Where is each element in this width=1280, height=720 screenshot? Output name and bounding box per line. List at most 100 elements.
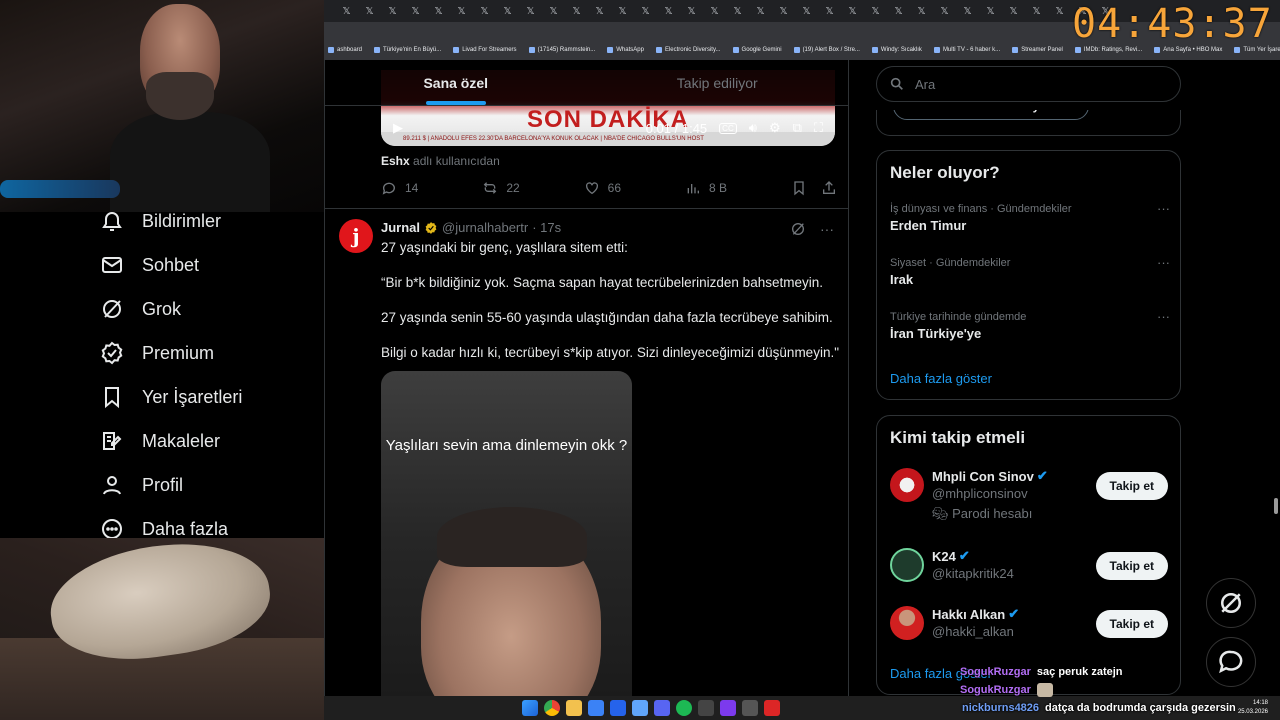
scrollbar-thumb[interactable] xyxy=(1274,498,1278,514)
like-button[interactable]: 66 xyxy=(584,180,621,196)
bookmark-item[interactable]: (19) Alert Box / Stre... xyxy=(793,47,860,53)
more-icon[interactable]: ··· xyxy=(1157,255,1170,270)
tab-following[interactable]: Takip ediliyor xyxy=(587,60,849,105)
browser-tab[interactable]: 𝕏 xyxy=(796,3,817,19)
trend-item[interactable]: Siyaset · Gündemdekiler Irak ··· xyxy=(890,255,1170,287)
reply-button[interactable]: 14 xyxy=(381,180,418,196)
system-clock[interactable]: 14:18 25.03.2026 xyxy=(1238,699,1268,717)
browser-tab[interactable]: 𝕏 xyxy=(336,3,357,19)
author-handle[interactable]: @jurnalhabertr xyxy=(442,220,528,235)
app-icon[interactable] xyxy=(610,700,626,716)
browser-tab[interactable]: 𝕏 xyxy=(497,3,518,19)
search-input[interactable]: Ara xyxy=(876,66,1181,102)
captions-icon[interactable]: CC xyxy=(719,122,737,134)
nav-premium[interactable]: Premium xyxy=(100,336,214,370)
browser-tab[interactable]: 𝕏 xyxy=(934,3,955,19)
bookmark-item[interactable]: ashboard xyxy=(328,47,362,53)
more-icon[interactable]: ··· xyxy=(820,221,834,237)
grok-icon[interactable] xyxy=(790,221,806,237)
browser-tab[interactable]: 𝕏 xyxy=(704,3,725,19)
browser-tab[interactable]: 𝕏 xyxy=(543,3,564,19)
browser-tab[interactable]: 𝕏 xyxy=(911,3,932,19)
post-time[interactable]: · 17s xyxy=(532,220,561,235)
app-icon[interactable] xyxy=(698,700,714,716)
app-icon[interactable] xyxy=(588,700,604,716)
avatar[interactable]: j xyxy=(339,219,373,253)
bookmark-icon[interactable] xyxy=(791,180,807,196)
bookmark-item[interactable]: Streamer Panel xyxy=(1012,47,1063,53)
avatar[interactable] xyxy=(890,606,924,640)
browser-tab[interactable]: 𝕏 xyxy=(1026,3,1047,19)
nav-articles[interactable]: Makaleler xyxy=(100,424,220,458)
avatar[interactable] xyxy=(890,468,924,502)
volume-icon[interactable]: 🔊︎ xyxy=(749,120,757,136)
browser-tab[interactable]: 𝕏 xyxy=(405,3,426,19)
bookmark-item[interactable]: Multi TV - 6 haber k... xyxy=(933,47,1000,53)
bookmark-item[interactable]: Windy: Sıcaklık xyxy=(871,47,922,53)
browser-tab[interactable]: 𝕏 xyxy=(359,3,380,19)
app-icon[interactable] xyxy=(720,700,736,716)
app-icon[interactable] xyxy=(764,700,780,716)
browser-tab[interactable]: 𝕏 xyxy=(980,3,1001,19)
discord-icon[interactable] xyxy=(654,700,670,716)
author-name[interactable]: Jurnal xyxy=(381,220,420,235)
folder-icon[interactable] xyxy=(566,700,582,716)
more-icon[interactable]: ··· xyxy=(1157,201,1170,216)
play-icon[interactable]: ▶ xyxy=(393,120,403,136)
show-more-link[interactable]: Daha fazla göster xyxy=(890,371,992,386)
browser-tab[interactable]: 𝕏 xyxy=(566,3,587,19)
bookmark-item[interactable]: Electronic Diversity... xyxy=(655,47,721,53)
tab-for-you[interactable]: Sana özel xyxy=(325,60,587,105)
browser-tab[interactable]: 𝕏 xyxy=(451,3,472,19)
bookmark-item[interactable]: WhatsApp xyxy=(607,47,644,53)
follow-button[interactable]: Takip et xyxy=(1095,610,1168,638)
browser-tab[interactable]: 𝕏 xyxy=(612,3,633,19)
follow-suggestion[interactable]: Hakkı Alkan ✔︎ @hakki_alkan Takip et xyxy=(890,606,1170,656)
nav-notifications[interactable]: Bildirimler xyxy=(100,204,221,238)
browser-tab[interactable]: 𝕏 xyxy=(1049,3,1070,19)
scrollbar[interactable] xyxy=(1272,60,1280,696)
browser-tab[interactable]: 𝕏 xyxy=(428,3,449,19)
bookmark-item[interactable]: Türkiye'nin En Büyü... xyxy=(374,47,441,53)
follow-suggestion[interactable]: K24 ✔︎ @kitapkritik24 Takip et xyxy=(890,548,1170,598)
via-name[interactable]: Eshx xyxy=(381,154,410,168)
browser-tab[interactable]: 𝕏 xyxy=(474,3,495,19)
browser-tab[interactable]: 𝕏 xyxy=(957,3,978,19)
grok-floating-button[interactable] xyxy=(1206,578,1256,628)
browser-tab[interactable]: 𝕏 xyxy=(773,3,794,19)
browser-tab[interactable]: 𝕏 xyxy=(750,3,771,19)
browser-tab[interactable]: 𝕏 xyxy=(865,3,886,19)
follow-name[interactable]: Mhpli Con Sinov xyxy=(932,469,1034,484)
nav-profile[interactable]: Profil xyxy=(100,468,183,502)
browser-tab[interactable]: 𝕏 xyxy=(589,3,610,19)
browser-tab[interactable]: 𝕏 xyxy=(888,3,909,19)
browser-tab[interactable]: 𝕏 xyxy=(727,3,748,19)
windows-start-icon[interactable] xyxy=(522,700,538,716)
nav-grok[interactable]: Grok xyxy=(100,292,181,326)
browser-tab[interactable]: 𝕏 xyxy=(382,3,403,19)
spotify-icon[interactable] xyxy=(676,700,692,716)
post-video[interactable]: Yaşlıları sevin ama dinlemeyin okk ? xyxy=(381,371,632,696)
browser-tab[interactable]: 𝕏 xyxy=(1003,3,1024,19)
nav-messages[interactable]: Sohbet xyxy=(100,248,199,282)
app-icon[interactable] xyxy=(742,700,758,716)
trend-item[interactable]: İş dünyası ve finans · Gündemdekiler Erd… xyxy=(890,201,1170,233)
post[interactable]: j Jurnal @jurnalhabertr · 17s ··· 27 yaş… xyxy=(325,209,848,696)
avatar[interactable] xyxy=(890,548,924,582)
fullscreen-icon[interactable]: ⛶ xyxy=(814,120,823,136)
pip-icon[interactable]: ⧉ xyxy=(793,120,802,136)
bookmark-item[interactable]: Livad For Streamers xyxy=(453,47,517,53)
follow-name[interactable]: K24 xyxy=(932,549,956,564)
repost-button[interactable]: 22 xyxy=(482,180,520,196)
views-button[interactable]: 8 B xyxy=(685,180,727,196)
follow-button[interactable]: Takip et xyxy=(1095,472,1168,500)
share-icon[interactable] xyxy=(821,180,837,196)
follow-name[interactable]: Hakkı Alkan xyxy=(932,607,1005,622)
follow-button[interactable]: Takip et xyxy=(1095,552,1168,580)
trend-item[interactable]: Türkiye tarihinde gündemde İran Türkiye'… xyxy=(890,309,1170,341)
more-icon[interactable]: ··· xyxy=(1157,309,1170,324)
browser-tab[interactable]: 𝕏 xyxy=(842,3,863,19)
chrome-icon[interactable] xyxy=(544,700,560,716)
follow-suggestion[interactable]: Mhpli Con Sinov ✔︎ @mhpliconsinov 🎭︎ Paro… xyxy=(890,468,1170,521)
nav-bookmarks[interactable]: Yer İşaretleri xyxy=(100,380,242,414)
